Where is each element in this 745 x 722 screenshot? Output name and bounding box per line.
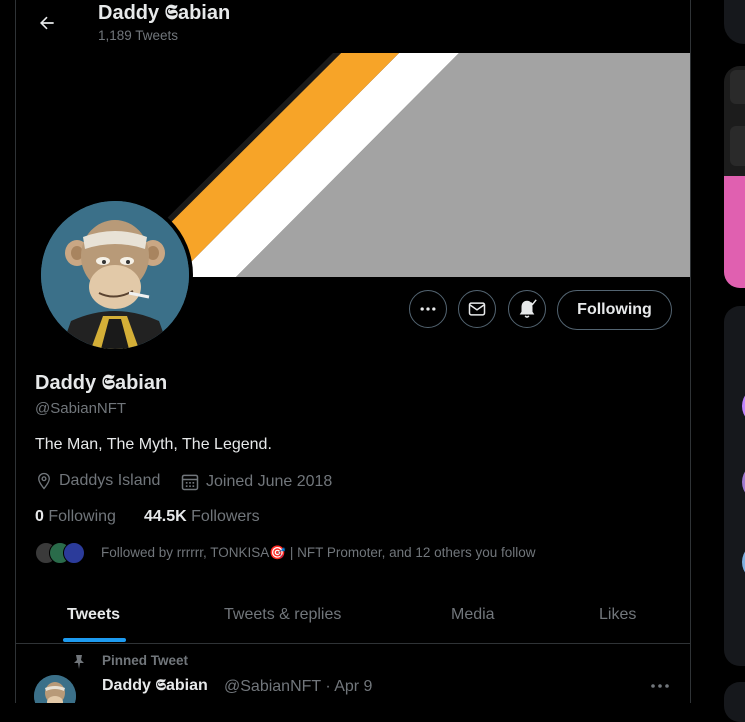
chat-bubble	[730, 70, 745, 104]
trends-card	[724, 682, 745, 722]
who-to-follow-card	[724, 306, 745, 666]
followers-stat[interactable]: 44.5K Followers	[144, 508, 260, 526]
media-preview-card[interactable]	[724, 66, 745, 288]
following-button[interactable]: Following	[557, 290, 672, 330]
following-label: Following	[48, 508, 116, 525]
profile-bio: The Man, The Myth, The Legend.	[35, 436, 272, 453]
profile-avatar[interactable]	[37, 197, 193, 353]
followers-label: Followers	[191, 508, 260, 525]
profile-location: Daddys Island	[35, 472, 160, 490]
tab-tweets-replies[interactable]: Tweets & replies	[224, 586, 341, 643]
location-text: Daddys Island	[59, 472, 161, 489]
notifications-button[interactable]	[508, 290, 546, 328]
mail-icon	[468, 302, 486, 316]
header-title: Daddy 𝕾abian	[98, 2, 231, 24]
more-icon	[651, 684, 669, 688]
profile-tabs: Tweets Tweets & replies Media Likes	[16, 586, 690, 644]
more-icon	[420, 307, 436, 311]
pin-icon	[74, 655, 84, 669]
profile-handle: @SabianNFT	[35, 400, 127, 417]
profile-column: Daddy 𝕾abian 1,189 Tweets Following Dadd…	[15, 0, 691, 703]
active-tab-indicator	[63, 638, 126, 642]
search-box[interactable]	[724, 0, 745, 44]
followed-by-row[interactable]: Followed by rrrrrr, TONKISA🎯 | NFT Promo…	[35, 542, 535, 564]
tweet-author-meta[interactable]: @SabianNFT · Apr 9	[224, 678, 372, 696]
tweet-author-avatar[interactable]	[34, 675, 76, 703]
tweet-more-button[interactable]	[648, 676, 672, 696]
following-count: 0	[35, 508, 44, 525]
more-button[interactable]	[409, 290, 447, 328]
followed-by-text: Followed by rrrrrr, TONKISA🎯 | NFT Promo…	[101, 545, 536, 560]
location-icon	[38, 472, 50, 490]
chat-bubble	[730, 126, 745, 166]
message-button[interactable]	[458, 290, 496, 328]
profile-header-bar: Daddy 𝕾abian 1,189 Tweets	[16, 0, 690, 53]
back-button[interactable]	[30, 6, 64, 40]
tab-media[interactable]: Media	[451, 586, 495, 643]
avatar	[63, 542, 85, 564]
tweet-author-name[interactable]: Daddy 𝕾abian	[102, 677, 208, 695]
profile-joined: Joined June 2018	[180, 472, 332, 492]
tab-likes[interactable]: Likes	[599, 586, 636, 643]
following-stat[interactable]: 0 Following	[35, 508, 116, 526]
pinned-tweet-label: Pinned Tweet	[102, 653, 189, 668]
back-arrow-icon	[40, 16, 54, 30]
header-tweet-count: 1,189 Tweets	[98, 28, 179, 43]
media-preview-image	[724, 176, 745, 288]
followers-count: 44.5K	[144, 508, 187, 525]
bell-check-icon	[519, 299, 537, 318]
profile-name: Daddy 𝕾abian	[35, 372, 168, 394]
calendar-icon	[181, 474, 199, 491]
tab-tweets[interactable]: Tweets	[67, 586, 120, 643]
joined-text: Joined June 2018	[206, 473, 333, 490]
